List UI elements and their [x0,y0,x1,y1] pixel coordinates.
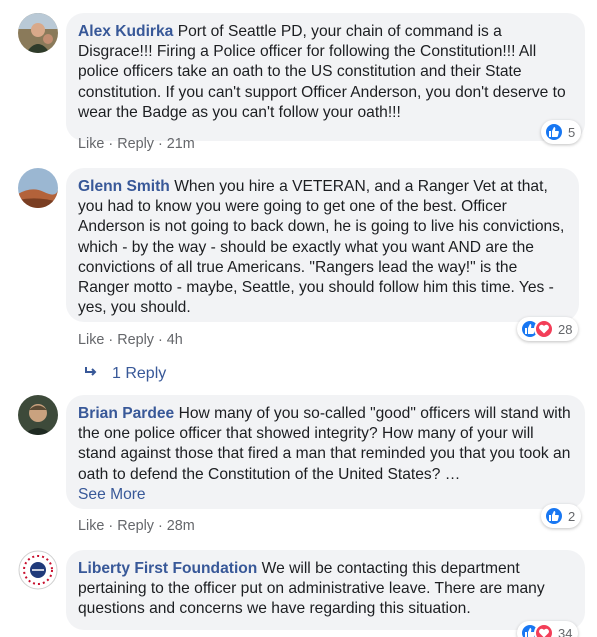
comment-author[interactable]: Brian Pardee [78,405,174,422]
timestamp[interactable]: 21m [167,136,195,152]
separator: · [158,332,163,348]
like-reaction-icon [544,122,564,142]
avatar[interactable] [18,395,58,435]
reaction-count: 5 [568,124,576,140]
comment-text: When you hire a VETERAN, and a Ranger Ve… [78,178,565,317]
timestamp[interactable]: 4h [167,332,183,348]
comment-bubble: Alex Kudirka Port of Seattle PD, your ch… [66,13,585,141]
comment-bubble: Brian Pardee How many of you so-called "… [66,395,585,509]
separator: · [108,332,114,348]
reply-link[interactable]: Reply [117,332,154,348]
comment-actions: Like · Reply · 28m [78,518,195,534]
comment-bubble: Glenn Smith When you hire a VETERAN, and… [66,168,579,322]
reaction-count: 28 [558,321,573,337]
reaction-count: 34 [558,625,573,637]
comment-author[interactable]: Glenn Smith [78,178,170,195]
like-link[interactable]: Like [78,332,104,348]
view-replies-link[interactable]: 1 Reply [84,365,166,383]
reaction-count: 2 [568,508,576,524]
timestamp[interactable]: 28m [167,518,195,534]
separator: · [158,518,163,534]
reply-arrow-icon [84,365,98,383]
avatar[interactable] [18,13,58,53]
reaction-summary[interactable]: 28 [517,317,579,341]
comment-author[interactable]: Liberty First Foundation [78,560,257,577]
comment-author[interactable]: Alex Kudirka [78,23,173,40]
like-link[interactable]: Like [78,518,104,534]
comment-actions: Like · Reply · 4h [78,332,183,348]
like-link[interactable]: Like [78,136,104,152]
reaction-summary[interactable]: 5 [541,120,582,144]
love-reaction-icon [534,319,554,339]
comment-actions: Like · Reply · 21m [78,136,195,152]
reaction-summary[interactable]: 34 [517,621,579,637]
see-more-link[interactable]: See More [78,485,573,505]
comment-bubble: Liberty First Foundation We will be cont… [66,550,585,630]
separator: · [108,518,114,534]
separator: · [158,136,163,152]
reply-link[interactable]: Reply [117,518,154,534]
reply-link[interactable]: Reply [117,136,154,152]
avatar[interactable] [18,550,58,590]
like-reaction-icon [544,506,564,526]
replies-count-label[interactable]: 1 Reply [112,365,166,383]
reaction-summary[interactable]: 2 [541,504,582,528]
avatar[interactable] [18,168,58,208]
love-reaction-icon [534,623,554,637]
separator: · [108,136,114,152]
